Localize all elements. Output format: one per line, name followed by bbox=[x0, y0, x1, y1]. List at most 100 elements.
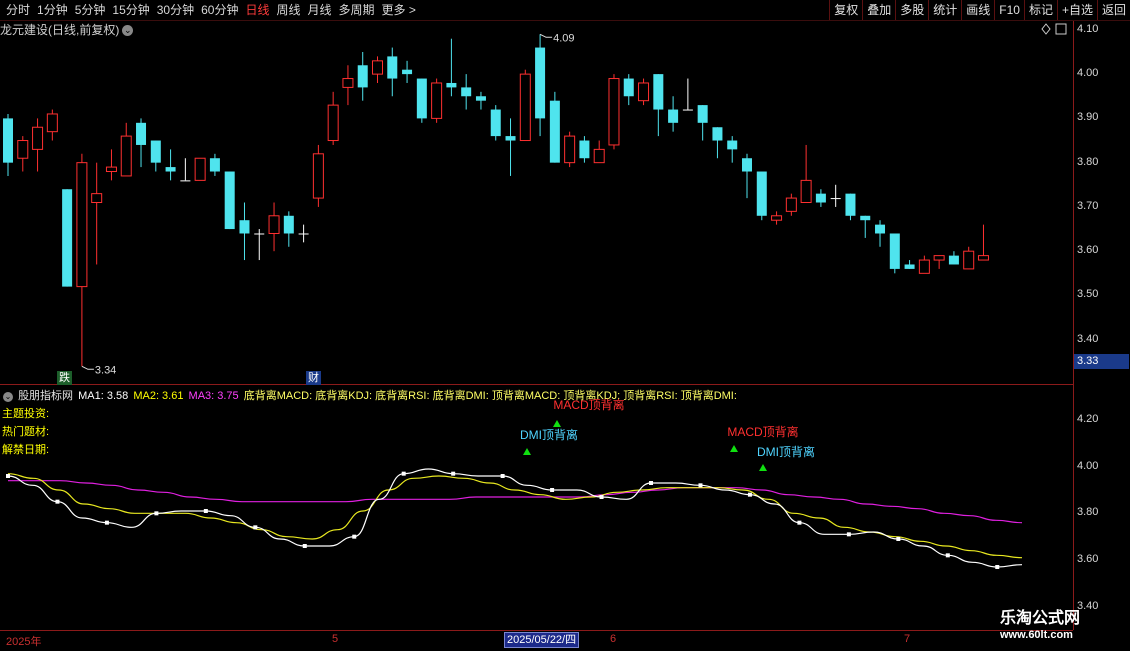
candle-46[interactable] bbox=[682, 78, 693, 111]
candle-13[interactable] bbox=[194, 157, 206, 181]
candle-20[interactable] bbox=[298, 224, 309, 243]
tab-9[interactable]: 多周期 bbox=[337, 0, 380, 20]
candle-31[interactable] bbox=[461, 74, 472, 110]
candle-45[interactable] bbox=[668, 96, 679, 132]
tool-button-1[interactable]: 叠加 bbox=[862, 0, 895, 20]
candlestick-chart[interactable]: 4.09 3.34 bbox=[0, 21, 1073, 384]
candle-12[interactable] bbox=[180, 158, 191, 182]
tool-button-8[interactable]: 返回 bbox=[1096, 0, 1130, 20]
tab-2[interactable]: 5分钟 bbox=[73, 0, 111, 20]
candle-38[interactable] bbox=[564, 131, 576, 168]
ma1-point bbox=[747, 492, 752, 497]
candle-17[interactable] bbox=[254, 229, 265, 261]
candle-27[interactable] bbox=[402, 60, 413, 83]
candle-41[interactable] bbox=[608, 74, 620, 150]
tab-5[interactable]: 60分钟 bbox=[199, 0, 243, 20]
candle-28[interactable] bbox=[416, 78, 427, 123]
candle-52[interactable] bbox=[771, 211, 783, 225]
candle-36[interactable] bbox=[535, 34, 546, 137]
candle-19[interactable] bbox=[283, 211, 294, 247]
candle-5[interactable] bbox=[76, 153, 88, 367]
candle-61[interactable] bbox=[904, 260, 915, 269]
candle-15[interactable] bbox=[224, 171, 235, 230]
candle-60[interactable] bbox=[889, 233, 900, 274]
price-tick-6: 3.50 bbox=[1077, 288, 1099, 301]
candle-48[interactable] bbox=[712, 127, 723, 159]
candle-22[interactable] bbox=[327, 91, 339, 145]
candle-63[interactable] bbox=[933, 255, 945, 269]
candle-18[interactable] bbox=[268, 202, 280, 252]
candle-11[interactable] bbox=[165, 149, 176, 181]
candle-57[interactable] bbox=[845, 193, 856, 221]
price-tick-5: 3.60 bbox=[1077, 244, 1099, 257]
candle-40[interactable] bbox=[593, 140, 605, 164]
candle-39[interactable] bbox=[579, 136, 590, 163]
candle-0[interactable] bbox=[3, 113, 13, 176]
candle-42[interactable] bbox=[623, 74, 634, 106]
tab-8[interactable]: 月线 bbox=[306, 0, 337, 20]
candle-50[interactable] bbox=[742, 153, 752, 199]
tab-10[interactable]: 更多 > bbox=[380, 0, 421, 20]
candle-16[interactable] bbox=[239, 202, 250, 261]
tool-button-7[interactable]: +自选 bbox=[1056, 0, 1097, 20]
candle-47[interactable] bbox=[697, 105, 708, 141]
tab-0[interactable]: 分时 bbox=[4, 0, 35, 20]
candle-43[interactable] bbox=[638, 78, 650, 106]
tab-3[interactable]: 15分钟 bbox=[110, 0, 154, 20]
candle-26[interactable] bbox=[387, 47, 398, 97]
candle-30[interactable] bbox=[446, 38, 457, 97]
date-may: 5 bbox=[332, 633, 339, 645]
candle-59[interactable] bbox=[875, 220, 886, 247]
tab-4[interactable]: 30分钟 bbox=[155, 0, 199, 20]
tool-button-5[interactable]: F10 bbox=[994, 0, 1024, 20]
tab-1[interactable]: 1分钟 bbox=[35, 0, 73, 20]
candle-62[interactable] bbox=[918, 255, 930, 274]
candle-29[interactable] bbox=[431, 78, 443, 123]
candle-3[interactable] bbox=[46, 109, 58, 141]
watermark: 乐淘公式网 www.60lt.com bbox=[1000, 608, 1080, 642]
ma1-point bbox=[302, 544, 307, 548]
candle-6[interactable] bbox=[91, 162, 103, 265]
tab-7[interactable]: 周线 bbox=[274, 0, 305, 20]
candle-55[interactable] bbox=[815, 189, 826, 207]
candle-7[interactable] bbox=[105, 149, 117, 181]
tool-buttons: 复权 叠加 多股 统计 画线 F10 标记 +自选 返回 bbox=[829, 0, 1130, 20]
candle-44[interactable] bbox=[653, 74, 664, 137]
candle-1[interactable] bbox=[17, 136, 29, 172]
tool-button-3[interactable]: 统计 bbox=[928, 0, 961, 20]
indicator-chart[interactable]: DMI顶背离 MACD顶背离 MACD顶背离 DMI顶背离 bbox=[0, 385, 1073, 630]
candle-51[interactable] bbox=[756, 171, 767, 221]
candle-24[interactable] bbox=[357, 51, 368, 101]
candle-2[interactable] bbox=[32, 118, 44, 172]
candle-14[interactable] bbox=[209, 153, 220, 176]
candle-37[interactable] bbox=[549, 91, 560, 163]
signal-triangle-2 bbox=[553, 420, 561, 427]
tab-6[interactable]: 日线 bbox=[243, 0, 274, 20]
candle-56[interactable] bbox=[830, 184, 841, 207]
cai-tag[interactable]: 财 bbox=[306, 371, 321, 385]
candle-23[interactable] bbox=[342, 65, 354, 106]
candle-4[interactable] bbox=[62, 189, 73, 287]
candle-65[interactable] bbox=[963, 246, 975, 270]
candle-34[interactable] bbox=[505, 118, 516, 176]
candle-53[interactable] bbox=[785, 193, 797, 216]
candle-8[interactable] bbox=[120, 122, 132, 177]
candle-58[interactable] bbox=[860, 215, 871, 238]
candle-25[interactable] bbox=[372, 56, 383, 83]
tool-button-4[interactable]: 画线 bbox=[961, 0, 994, 20]
candle-66[interactable] bbox=[977, 224, 989, 261]
tool-button-0[interactable]: 复权 bbox=[829, 0, 862, 20]
candle-21[interactable] bbox=[312, 144, 324, 207]
candle-9[interactable] bbox=[136, 118, 147, 168]
candle-33[interactable] bbox=[490, 105, 501, 141]
candle-32[interactable] bbox=[475, 91, 486, 110]
candle-54[interactable] bbox=[800, 144, 812, 204]
candle-35[interactable] bbox=[519, 69, 531, 142]
candle-64[interactable] bbox=[948, 251, 959, 265]
ma1-point bbox=[352, 534, 357, 539]
candle-49[interactable] bbox=[727, 136, 738, 163]
ma1-point bbox=[649, 481, 654, 485]
candle-10[interactable] bbox=[150, 140, 161, 172]
tool-button-6[interactable]: 标记 bbox=[1023, 0, 1057, 20]
tool-button-2[interactable]: 多股 bbox=[895, 0, 928, 20]
